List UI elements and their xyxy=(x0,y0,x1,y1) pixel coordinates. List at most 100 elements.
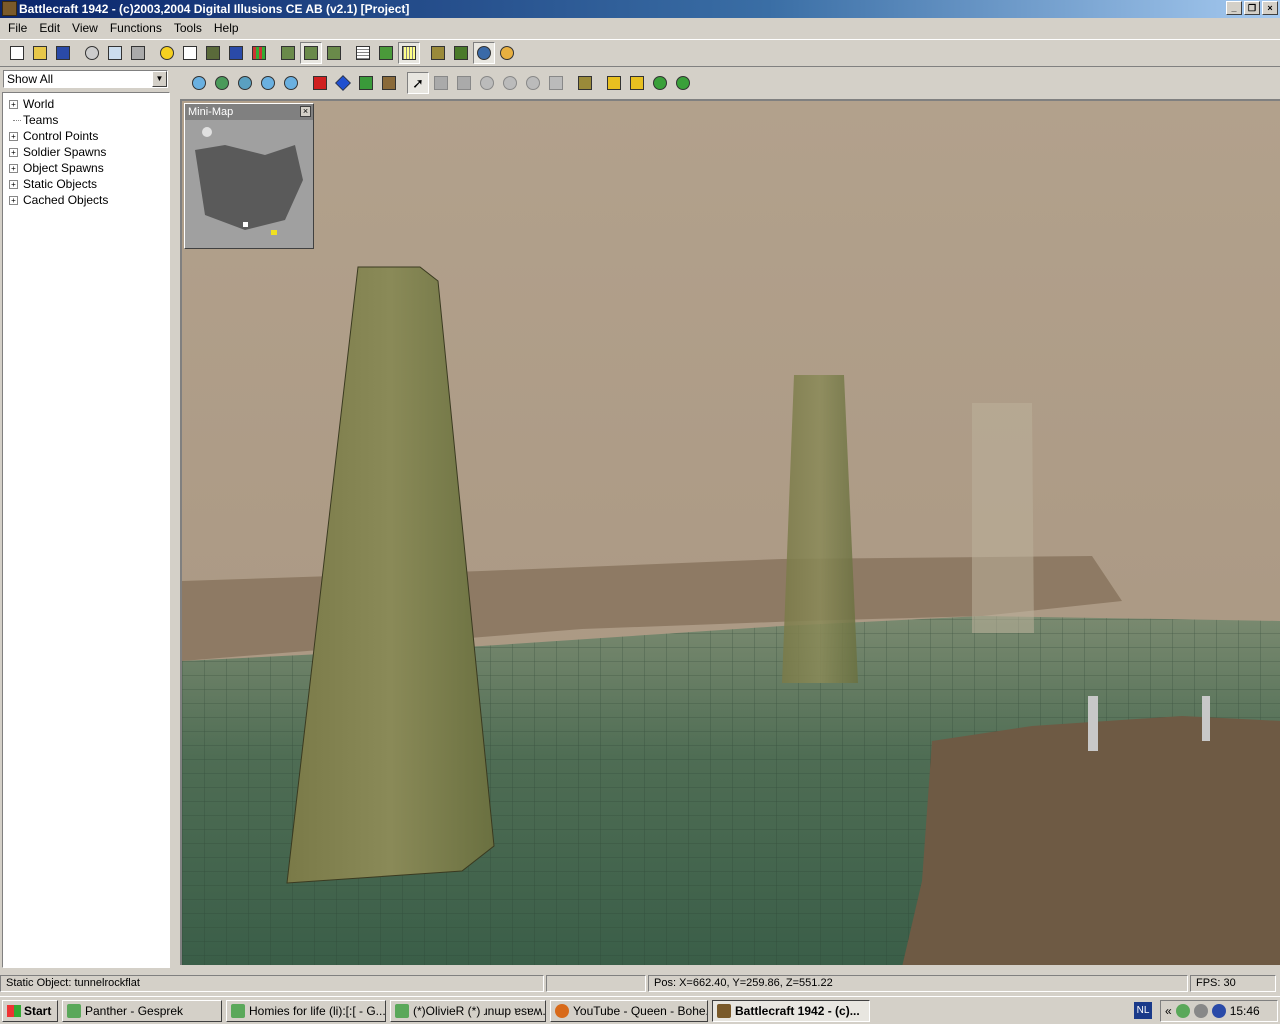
camera-marker xyxy=(271,230,277,235)
globe-view-icon[interactable] xyxy=(211,72,233,94)
unlock-icon[interactable] xyxy=(626,72,648,94)
expand-icon[interactable]: + xyxy=(9,100,18,109)
task-olivier[interactable]: (*)OlivieR (*) ɹnɯp ɐsɐʍ... xyxy=(390,999,546,1022)
menu-tools[interactable]: Tools xyxy=(168,18,208,38)
red-cube-icon[interactable] xyxy=(309,72,331,94)
blue-shape-icon[interactable] xyxy=(332,72,354,94)
layers-view-icon[interactable] xyxy=(234,72,256,94)
tree-item-soldier-spawns[interactable]: + Soldier Spawns xyxy=(3,144,169,160)
rotate-z-icon[interactable] xyxy=(522,72,544,94)
expand-icon[interactable]: + xyxy=(9,148,18,157)
palette-icon[interactable] xyxy=(496,42,518,64)
tree-item-object-spawns[interactable]: + Object Spawns xyxy=(3,160,169,176)
minimap-image[interactable] xyxy=(185,120,313,248)
lock-icon[interactable] xyxy=(603,72,625,94)
tree-item-control-points[interactable]: + Control Points xyxy=(3,128,169,144)
minimize-button[interactable]: _ xyxy=(1226,1,1242,15)
wireframe-icon[interactable] xyxy=(398,42,420,64)
close-icon[interactable]: × xyxy=(300,106,311,117)
minimap-render xyxy=(185,120,313,248)
move-icon[interactable] xyxy=(430,72,452,94)
tray-expand-icon[interactable]: « xyxy=(1165,1004,1172,1018)
scene-render[interactable] xyxy=(182,101,1280,965)
rotate-x-icon[interactable] xyxy=(476,72,498,94)
tree-item-static-objects[interactable]: + Static Objects xyxy=(3,176,169,192)
task-homies[interactable]: Homies for life (li):[:[ - G... xyxy=(226,999,386,1022)
tree-object-icon[interactable] xyxy=(355,72,377,94)
messenger-icon xyxy=(231,1003,245,1018)
messenger-tray-icon[interactable] xyxy=(1175,1004,1190,1018)
select-arrow-icon[interactable]: ➚ xyxy=(407,72,429,94)
terrain-mode-icon[interactable] xyxy=(300,42,322,64)
filter-dropdown[interactable]: Show All ▼ xyxy=(3,70,168,88)
open-folder-icon[interactable] xyxy=(29,42,51,64)
soldiers-icon[interactable] xyxy=(202,42,224,64)
rock-object-icon[interactable] xyxy=(378,72,400,94)
grid-color-icon[interactable] xyxy=(248,42,270,64)
task-label: Panther - Gesprek xyxy=(85,1003,184,1018)
sidebar: Show All ▼ + World Teams + Control Points … xyxy=(0,68,178,968)
texture-grid-icon[interactable] xyxy=(375,42,397,64)
restore-button[interactable]: ❐ xyxy=(1244,1,1260,15)
clock: 15:46 xyxy=(1229,1004,1260,1018)
task-panther[interactable]: Panther - Gesprek xyxy=(62,999,222,1022)
vehicle-icon[interactable] xyxy=(225,42,247,64)
move-down-icon[interactable] xyxy=(453,72,475,94)
start-label: Start xyxy=(24,1003,52,1018)
close-button[interactable]: × xyxy=(1262,1,1278,15)
save-icon[interactable] xyxy=(52,42,74,64)
tree-item-cached-objects[interactable]: + Cached Objects xyxy=(3,192,169,208)
grid-icon[interactable] xyxy=(352,42,374,64)
info-tray-icon[interactable] xyxy=(1211,1004,1226,1018)
expand-icon[interactable]: + xyxy=(9,132,18,141)
unlock-all-icon[interactable] xyxy=(672,72,694,94)
tree-item-label: World xyxy=(23,97,55,111)
menu-help[interactable]: Help xyxy=(208,18,245,38)
new-file-icon[interactable] xyxy=(6,42,28,64)
3d-viewport[interactable]: Mini-Map × xyxy=(180,99,1280,965)
tree-item-label: Soldier Spawns xyxy=(23,145,107,159)
lock-selected-icon[interactable] xyxy=(649,72,671,94)
minimap-title: Mini-Map xyxy=(188,106,234,118)
menu-view[interactable]: View xyxy=(66,18,104,38)
taskbar: Start Panther - Gesprek Homies for life … xyxy=(0,996,1280,1024)
menu-edit[interactable]: Edit xyxy=(33,18,66,38)
menu-bar: File Edit View Functions Tools Help xyxy=(0,18,1280,38)
task-youtube[interactable]: YouTube - Queen - Bohe... xyxy=(550,999,708,1022)
frame-icon[interactable] xyxy=(179,42,201,64)
object-tree: + World Teams + Control Points + Soldier Sp… xyxy=(2,92,170,968)
tree-item-teams[interactable]: Teams xyxy=(3,112,169,128)
link-icon[interactable] xyxy=(545,72,567,94)
expand-icon[interactable]: + xyxy=(9,180,18,189)
rotate-y-icon[interactable] xyxy=(499,72,521,94)
main-toolbar xyxy=(0,39,1280,67)
menu-file[interactable]: File xyxy=(2,18,33,38)
status-fps: FPS: 30 xyxy=(1190,975,1276,992)
objects-icon[interactable] xyxy=(427,42,449,64)
chevron-down-icon[interactable]: ▼ xyxy=(152,71,167,87)
terrain-up-icon[interactable] xyxy=(277,42,299,64)
cut-icon[interactable] xyxy=(81,42,103,64)
light-icon[interactable] xyxy=(156,42,178,64)
copy-icon[interactable] xyxy=(104,42,126,64)
task-battlecraft[interactable]: Battlecraft 1942 - (c)... xyxy=(712,999,870,1022)
home-view-icon[interactable] xyxy=(188,72,210,94)
expand-icon[interactable]: + xyxy=(9,196,18,205)
terrain-down-icon[interactable] xyxy=(323,42,345,64)
status-empty xyxy=(546,975,646,992)
expand-icon[interactable]: + xyxy=(9,164,18,173)
tree-item-world[interactable]: + World xyxy=(3,96,169,112)
menu-functions[interactable]: Functions xyxy=(104,18,168,38)
language-indicator[interactable]: NL xyxy=(1134,1002,1152,1019)
paste-icon[interactable] xyxy=(127,42,149,64)
minimap-titlebar[interactable]: Mini-Map × xyxy=(185,104,313,120)
network-tray-icon[interactable] xyxy=(1193,1004,1208,1018)
flag-view-icon[interactable] xyxy=(280,72,302,94)
system-tray: « 15:46 xyxy=(1160,1000,1278,1022)
app-icon[interactable] xyxy=(2,1,17,16)
soldier-view-icon[interactable] xyxy=(257,72,279,94)
map-icon[interactable] xyxy=(450,42,472,64)
snap-icon[interactable] xyxy=(574,72,596,94)
globe-icon[interactable] xyxy=(473,42,495,64)
start-button[interactable]: Start xyxy=(2,999,58,1022)
